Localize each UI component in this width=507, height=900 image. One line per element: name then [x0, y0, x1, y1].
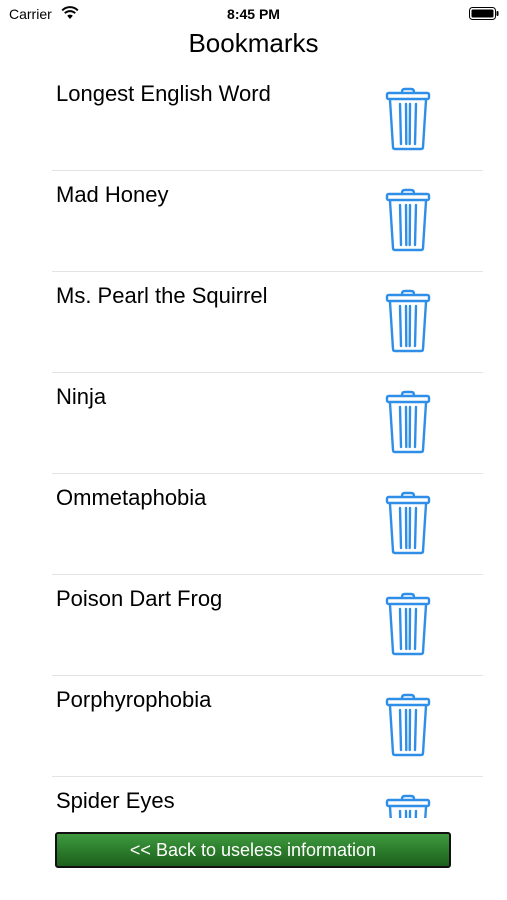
bookmark-row[interactable]: Ninja [52, 373, 483, 474]
bookmark-list[interactable]: Longest English Word Mad Honey Ms. Pearl… [52, 70, 483, 818]
bookmark-label: Ninja [56, 384, 107, 409]
bookmark-label: Mad Honey [56, 182, 169, 207]
bookmark-row[interactable]: Ommetaphobia [52, 474, 483, 575]
bookmark-label: Ommetaphobia [56, 485, 207, 510]
status-time: 8:45 PM [227, 6, 280, 22]
bookmark-label: Ms. Pearl the Squirrel [56, 283, 268, 308]
bookmark-label: Spider Eyes [56, 788, 175, 813]
bookmark-row[interactable]: Poison Dart Frog [52, 575, 483, 676]
trash-icon[interactable] [385, 87, 431, 151]
trash-icon[interactable] [385, 794, 431, 818]
bookmark-label: Porphyrophobia [56, 687, 212, 712]
trash-icon[interactable] [385, 491, 431, 555]
trash-icon[interactable] [385, 390, 431, 454]
back-button[interactable]: << Back to useless information [55, 832, 451, 868]
bookmark-row[interactable]: Porphyrophobia [52, 676, 483, 777]
trash-icon[interactable] [385, 693, 431, 757]
bookmark-row[interactable]: Spider Eyes [52, 777, 483, 818]
trash-icon[interactable] [385, 188, 431, 252]
battery-icon [469, 7, 499, 20]
trash-icon[interactable] [385, 289, 431, 353]
trash-icon[interactable] [385, 592, 431, 656]
bookmark-row[interactable]: Mad Honey [52, 171, 483, 272]
bookmark-row[interactable]: Ms. Pearl the Squirrel [52, 272, 483, 373]
status-bar: Carrier 8:45 PM [0, 0, 507, 28]
page-title: Bookmarks [188, 28, 319, 58]
bookmark-label: Poison Dart Frog [56, 586, 223, 611]
bookmark-row[interactable]: Longest English Word [52, 70, 483, 171]
bookmark-label: Longest English Word [56, 81, 271, 106]
